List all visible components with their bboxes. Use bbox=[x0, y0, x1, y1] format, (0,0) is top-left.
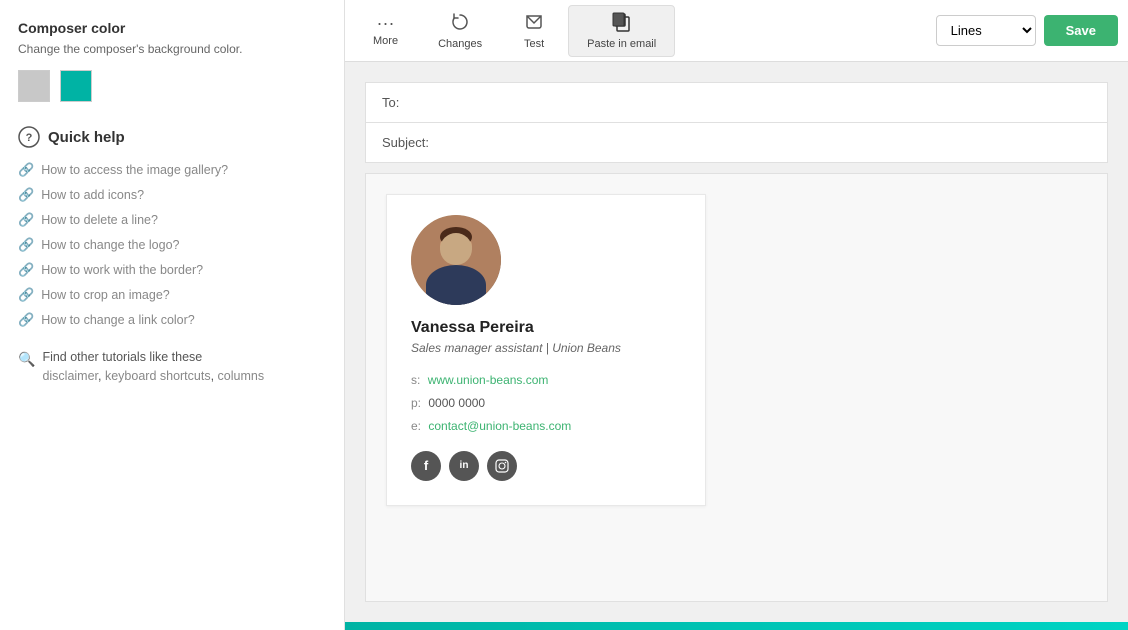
help-link-item: 🔗 How to add icons? bbox=[18, 187, 326, 203]
avatar-svg bbox=[411, 215, 501, 305]
sig-phone: p: 0000 0000 bbox=[411, 394, 681, 413]
link-icon-6: 🔗 bbox=[18, 287, 34, 303]
help-link-item: 🔗 How to change the logo? bbox=[18, 237, 326, 253]
sidebar: Composer color Change the composer's bac… bbox=[0, 0, 345, 630]
to-field[interactable]: To: bbox=[365, 82, 1108, 122]
subject-field[interactable]: Subject: bbox=[365, 122, 1108, 163]
sig-website-url[interactable]: www.union-beans.com bbox=[428, 373, 549, 387]
help-link-border[interactable]: How to work with the border? bbox=[41, 263, 203, 277]
svg-text:?: ? bbox=[26, 132, 33, 144]
color-swatch-gray[interactable] bbox=[18, 70, 50, 102]
find-tutorials-text: Find other tutorials like these disclaim… bbox=[42, 348, 264, 386]
link-icon-3: 🔗 bbox=[18, 212, 34, 228]
signature-card: Vanessa Pereira Sales manager assistant … bbox=[386, 194, 706, 506]
toolbar-right: Lines Save bbox=[936, 15, 1118, 46]
quick-help-title: Quick help bbox=[48, 129, 125, 146]
color-swatches bbox=[18, 70, 326, 102]
test-icon bbox=[524, 12, 544, 35]
more-icon: ··· bbox=[377, 14, 395, 32]
help-link-item: 🔗 How to access the image gallery? bbox=[18, 162, 326, 178]
link-icon-1: 🔗 bbox=[18, 162, 34, 178]
toolbar-paste-button[interactable]: Paste in email bbox=[568, 5, 675, 57]
sig-title: Sales manager assistant | Union Beans bbox=[411, 341, 681, 355]
toolbar: ··· More Changes bbox=[345, 0, 1128, 62]
help-link-item: 🔗 How to work with the border? bbox=[18, 262, 326, 278]
subject-label: Subject: bbox=[382, 135, 429, 150]
help-link-image-gallery[interactable]: How to access the image gallery? bbox=[41, 163, 228, 177]
sig-phone-label: p: bbox=[411, 396, 421, 410]
to-label: To: bbox=[382, 95, 399, 110]
composer-color-title: Composer color bbox=[18, 20, 326, 36]
sig-avatar-row bbox=[411, 215, 681, 305]
composer-color-desc: Change the composer's background color. bbox=[18, 42, 326, 56]
paste-icon bbox=[612, 12, 632, 35]
facebook-icon[interactable]: f bbox=[411, 451, 441, 481]
tutorial-link-disclaimer[interactable]: disclaimer bbox=[42, 369, 98, 383]
sig-email-label: e: bbox=[411, 419, 421, 433]
tutorial-link-keyboard-shortcuts[interactable]: keyboard shortcuts bbox=[105, 369, 211, 383]
changes-icon bbox=[450, 12, 470, 35]
sig-website-label: s: bbox=[411, 373, 420, 387]
linkedin-icon[interactable]: in bbox=[449, 451, 479, 481]
toolbar-nav: ··· More Changes bbox=[355, 5, 675, 57]
sig-email-address[interactable]: contact@union-beans.com bbox=[428, 419, 571, 433]
toolbar-changes-button[interactable]: Changes bbox=[420, 6, 500, 56]
help-link-change-logo[interactable]: How to change the logo? bbox=[41, 238, 179, 252]
search-icon: 🔍 bbox=[18, 349, 35, 370]
changes-label: Changes bbox=[438, 38, 482, 50]
help-link-item: 🔗 How to change a link color? bbox=[18, 312, 326, 328]
quick-help-header: ? Quick help bbox=[18, 126, 326, 148]
sig-website: s: www.union-beans.com bbox=[411, 371, 681, 390]
link-icon-5: 🔗 bbox=[18, 262, 34, 278]
help-link-add-icons[interactable]: How to add icons? bbox=[41, 188, 144, 202]
compose-area: To: Subject: bbox=[345, 62, 1128, 622]
toolbar-more-button[interactable]: ··· More bbox=[355, 8, 416, 53]
bottom-bar bbox=[345, 622, 1128, 630]
help-link-delete-line[interactable]: How to delete a line? bbox=[41, 213, 158, 227]
signature-preview: Vanessa Pereira Sales manager assistant … bbox=[365, 173, 1108, 602]
paste-label: Paste in email bbox=[587, 38, 656, 50]
link-icon-2: 🔗 bbox=[18, 187, 34, 203]
help-link-link-color[interactable]: How to change a link color? bbox=[41, 313, 195, 327]
link-icon-7: 🔗 bbox=[18, 312, 34, 328]
color-swatch-teal[interactable] bbox=[60, 70, 92, 102]
lines-select[interactable]: Lines bbox=[936, 15, 1036, 46]
quick-help-icon: ? bbox=[18, 126, 40, 148]
test-label: Test bbox=[524, 38, 544, 50]
find-tutorials: 🔍 Find other tutorials like these discla… bbox=[18, 348, 326, 386]
save-button[interactable]: Save bbox=[1044, 15, 1118, 46]
composer-color-section: Composer color Change the composer's bac… bbox=[18, 20, 326, 102]
toolbar-test-button[interactable]: Test bbox=[504, 6, 564, 56]
more-label: More bbox=[373, 35, 398, 47]
instagram-icon[interactable] bbox=[487, 451, 517, 481]
sig-avatar bbox=[411, 215, 501, 305]
help-link-item: 🔗 How to crop an image? bbox=[18, 287, 326, 303]
tutorial-link-columns[interactable]: columns bbox=[218, 369, 265, 383]
sig-email: e: contact@union-beans.com bbox=[411, 417, 681, 436]
sig-social: f in bbox=[411, 451, 681, 481]
sig-phone-number: 0000 0000 bbox=[428, 396, 485, 410]
help-links-list: 🔗 How to access the image gallery? 🔗 How… bbox=[18, 162, 326, 328]
main-content: ··· More Changes bbox=[345, 0, 1128, 630]
help-link-item: 🔗 How to delete a line? bbox=[18, 212, 326, 228]
sig-name: Vanessa Pereira bbox=[411, 319, 681, 337]
link-icon-4: 🔗 bbox=[18, 237, 34, 253]
help-link-crop-image[interactable]: How to crop an image? bbox=[41, 288, 170, 302]
